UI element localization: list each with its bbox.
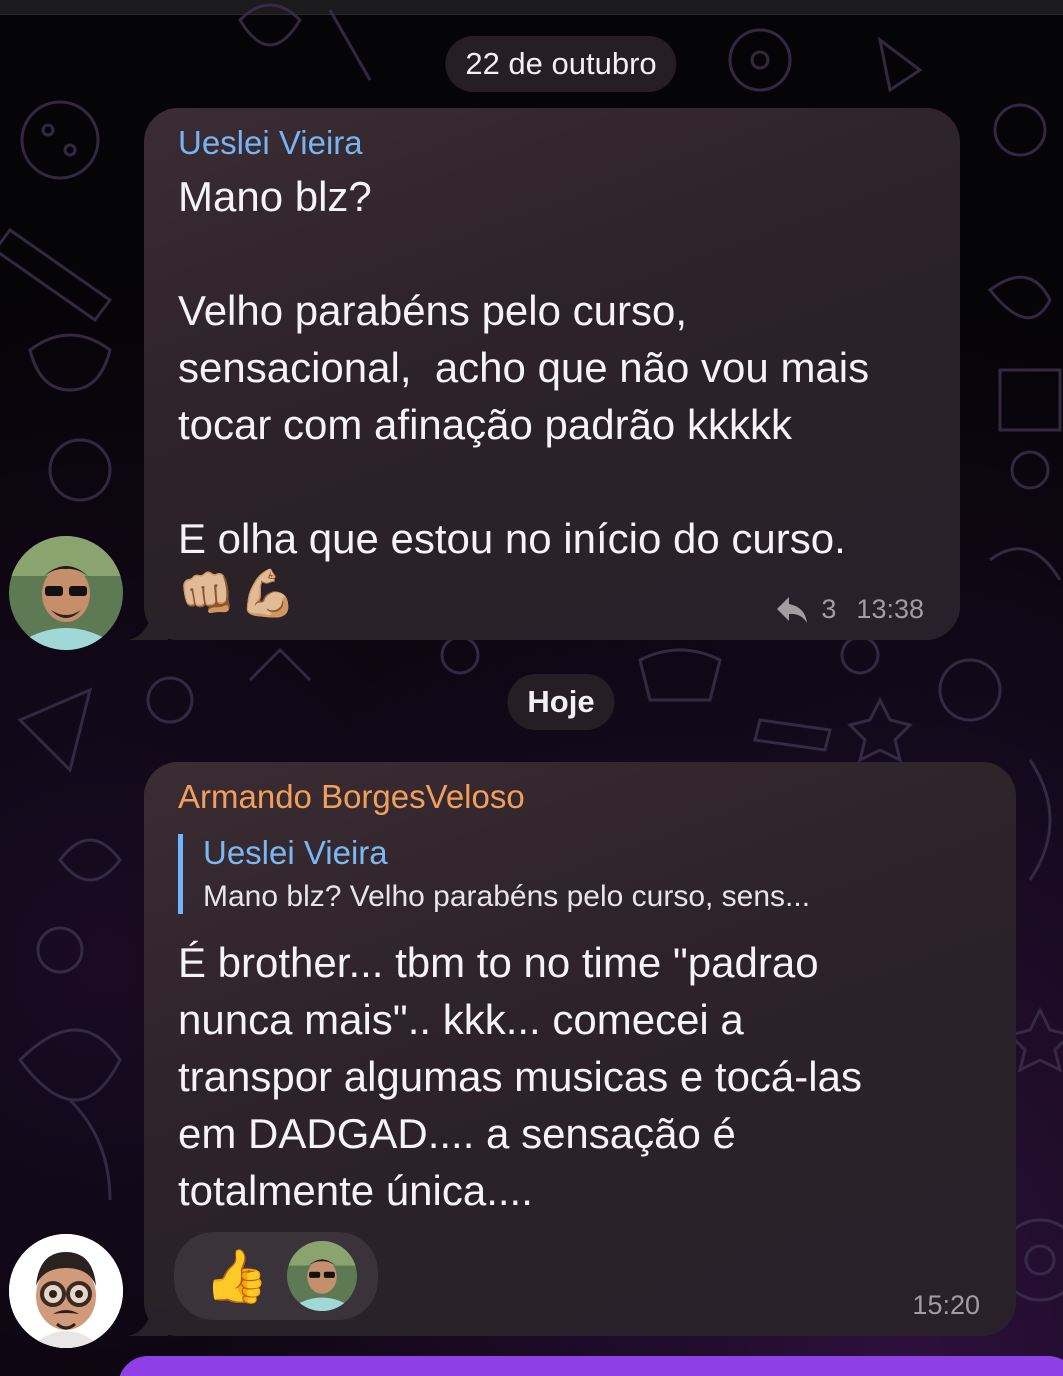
message-text: Mano blz? Velho parabéns pelo curso, sen… [178,173,870,562]
message-meta: 3 13:38 [775,594,924,625]
reply-snippet: Mano blz? Velho parabéns pelo curso, sen… [203,880,811,913]
avatar[interactable] [9,536,123,650]
avatar[interactable] [9,1234,123,1348]
avatar-photo [286,1241,357,1311]
memoji-avatar [9,1234,123,1348]
sender-name[interactable]: Ueslei Vieira [178,124,363,162]
bubble-tail [128,610,168,640]
sender-name[interactable]: Armando BorgesVeloso [178,778,525,816]
bottom-accent-bar[interactable] [118,1356,1063,1376]
emoji-line: 👊🏼💪🏼 [178,567,301,619]
reply-preview[interactable]: Ueslei Vieira Mano blz? Velho parabéns p… [178,834,810,914]
reactor-avatar [286,1241,357,1311]
reaction-chip[interactable]: 👍 [174,1232,378,1320]
message-text: É brother... tbm to no time "padrao nunc… [178,939,862,1214]
chat-view: 22 de outubro Ueslei Vieira Mano blz? Ve… [0,0,1063,1376]
thumbs-up-icon: 👍 [204,1247,269,1306]
message-bubble[interactable]: Armando BorgesVeloso Ueslei Vieira Mano … [128,762,1016,1336]
message-meta: 15:20 [912,1290,980,1321]
reply-arrow-icon[interactable] [775,595,809,625]
bubble-tail [128,1306,168,1336]
reply-sender-name: Ueslei Vieira [203,834,388,871]
message-time: 13:38 [856,594,924,624]
reply-count[interactable]: 3 [821,594,836,625]
date-separator: 22 de outubro [445,36,677,92]
message-bubble[interactable]: Ueslei Vieira Mano blz? Velho parabéns p… [128,108,960,640]
message-time: 15:20 [912,1290,980,1320]
date-separator: Hoje [507,674,615,730]
avatar-photo [9,536,123,650]
